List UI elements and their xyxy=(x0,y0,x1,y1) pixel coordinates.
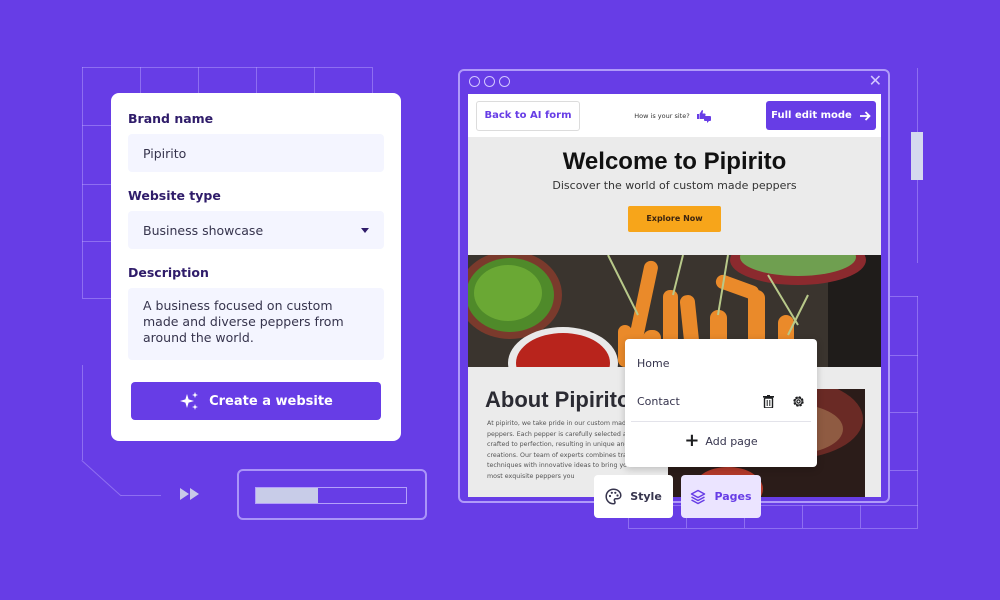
about-title: About Pipirito xyxy=(485,387,631,412)
sparkles-icon xyxy=(180,392,199,410)
trash-icon[interactable] xyxy=(763,394,774,408)
window-dot-icon xyxy=(469,76,480,87)
description-value: A business focused on custom made and di… xyxy=(143,298,344,345)
website-type-label: Website type xyxy=(128,188,221,203)
preview-topbar: Back to AI form How is your site? Full e… xyxy=(468,94,881,137)
explore-now-button[interactable]: Explore Now xyxy=(628,206,721,232)
progress-track xyxy=(255,487,407,504)
page-item-contact[interactable]: Contact xyxy=(637,382,805,420)
scrollbar-thumb[interactable] xyxy=(911,132,923,180)
fast-forward-icon xyxy=(180,488,199,500)
ai-website-form: Brand name Pipirito Website type Busines… xyxy=(111,93,401,441)
pages-menu: Home Contact + Add page xyxy=(625,339,817,467)
pages-button[interactable]: Pages xyxy=(681,475,761,518)
thumbs-up-down-icon[interactable] xyxy=(696,109,712,123)
window-dots xyxy=(469,76,510,87)
create-website-button[interactable]: Create a website xyxy=(131,382,381,420)
add-page-button[interactable]: + Add page xyxy=(637,422,805,460)
site-rating: How is your site? xyxy=(634,109,711,123)
page-item-home[interactable]: Home xyxy=(637,344,805,382)
back-to-ai-form-button[interactable]: Back to AI form xyxy=(476,100,580,131)
style-button[interactable]: Style xyxy=(594,475,673,518)
close-icon[interactable]: ✕ xyxy=(869,72,882,90)
progress-fill xyxy=(256,488,318,503)
website-type-value: Business showcase xyxy=(143,222,264,238)
description-textarea[interactable]: A business focused on custom made and di… xyxy=(128,288,384,360)
pages-label: Pages xyxy=(714,490,752,503)
caret-down-icon xyxy=(361,227,369,233)
style-label: Style xyxy=(630,490,662,503)
hero-section: Welcome to Pipirito Discover the world o… xyxy=(468,137,881,255)
palette-icon xyxy=(605,488,622,505)
window-dot-icon xyxy=(499,76,510,87)
arrow-right-icon xyxy=(859,110,871,121)
rating-prompt: How is your site? xyxy=(634,111,690,120)
progress-indicator xyxy=(237,469,427,520)
hero-subtitle: Discover the world of custom made pepper… xyxy=(552,179,797,192)
window-dot-icon xyxy=(484,76,495,87)
description-label: Description xyxy=(128,265,209,280)
gear-icon[interactable] xyxy=(792,395,805,408)
page-item-label: Contact xyxy=(637,394,680,408)
brand-name-value: Pipirito xyxy=(143,145,187,161)
full-edit-mode-button[interactable]: Full edit mode xyxy=(765,101,876,130)
brand-name-label: Brand name xyxy=(128,111,214,126)
plus-icon: + xyxy=(684,430,700,451)
page-item-label: Home xyxy=(637,356,670,370)
layers-icon xyxy=(691,489,706,504)
hero-title: Welcome to Pipirito xyxy=(562,148,787,175)
create-website-label: Create a website xyxy=(209,393,333,409)
website-type-select[interactable]: Business showcase xyxy=(128,211,384,249)
full-edit-mode-label: Full edit mode xyxy=(771,110,852,121)
brand-name-input[interactable]: Pipirito xyxy=(128,134,384,172)
add-page-label: Add page xyxy=(705,434,758,448)
